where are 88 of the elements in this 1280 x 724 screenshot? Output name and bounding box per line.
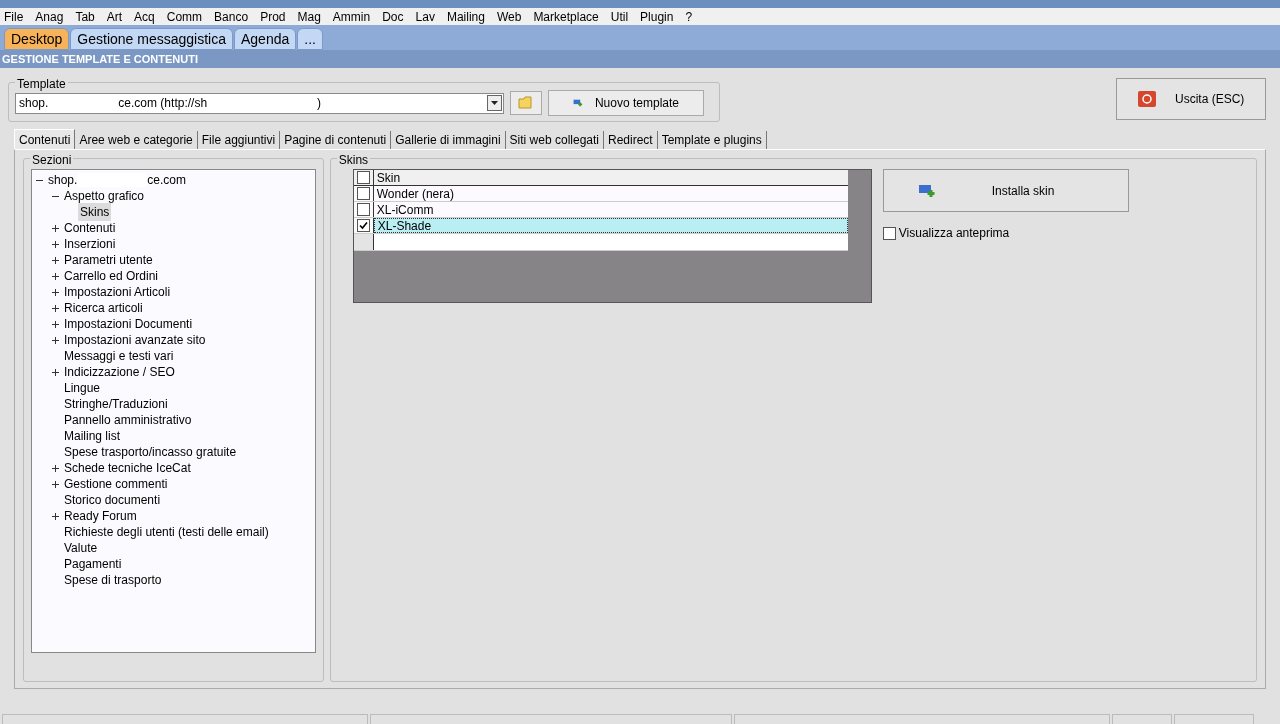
tree-item[interactable]: Indicizzazione / SEO: [62, 363, 177, 381]
menu-item[interactable]: Comm: [166, 7, 203, 26]
tree-item[interactable]: Mailing list: [62, 427, 122, 445]
tree-item[interactable]: Valute: [62, 539, 100, 557]
exit-button[interactable]: Uscita (ESC): [1116, 78, 1266, 120]
tab[interactable]: Template e plugins: [657, 131, 767, 149]
tree-item[interactable]: Impostazioni Documenti: [62, 315, 195, 333]
menu-item[interactable]: Tab: [75, 7, 95, 26]
expand-icon[interactable]: [51, 320, 59, 328]
tree-item[interactable]: Ricerca articoli: [62, 299, 145, 317]
expand-icon[interactable]: [51, 480, 59, 488]
column-header[interactable]: Skin: [373, 170, 404, 185]
grid-row[interactable]: XL-Shade: [373, 218, 848, 233]
tab[interactable]: Aree web e categorie: [75, 131, 198, 149]
template-dropdown[interactable]: shop. ce.com (http://sh ): [15, 92, 504, 114]
checkbox[interactable]: [356, 203, 370, 216]
tree-item[interactable]: Stringhe/Traduzioni: [62, 395, 170, 413]
expand-icon[interactable]: [51, 464, 59, 472]
expand-icon[interactable]: [51, 336, 59, 344]
menu-item[interactable]: ?: [685, 7, 693, 26]
tree-item[interactable]: Aspetto grafico: [62, 187, 147, 205]
tree-item[interactable]: Storico documenti: [62, 491, 163, 509]
tree-item[interactable]: Lingue: [62, 379, 103, 397]
menu-item[interactable]: Ammin: [332, 7, 371, 26]
tab[interactable]: Gestione messaggistica: [70, 28, 233, 50]
expand-icon[interactable]: [51, 288, 59, 296]
tree-item[interactable]: Carrello ed Ordini: [62, 267, 161, 285]
expand-icon[interactable]: [51, 240, 59, 248]
menu-item[interactable]: Acq: [134, 7, 155, 26]
checkbox[interactable]: [356, 219, 370, 232]
tree-item[interactable]: Impostazioni avanzate sito: [62, 331, 208, 349]
tree-item[interactable]: Impostazioni Articoli: [62, 283, 173, 301]
menu-item[interactable]: Anag: [35, 7, 64, 26]
menu-item[interactable]: Art: [106, 7, 123, 26]
tree-item[interactable]: Richieste degli utenti (testi delle email): [62, 523, 271, 541]
checkbox[interactable]: [356, 187, 370, 200]
menu-item[interactable]: File: [4, 7, 24, 26]
menu-item[interactable]: Lav: [415, 7, 435, 26]
tree-item[interactable]: Contenuti: [62, 219, 118, 237]
menu-item[interactable]: Mag: [297, 7, 321, 26]
folder-icon: [518, 96, 534, 110]
tab[interactable]: Siti web collegati: [505, 131, 604, 149]
tab[interactable]: ...: [297, 28, 323, 50]
tab[interactable]: Contenuti: [14, 129, 76, 149]
checkbox-label[interactable]: Visualizza anteprima: [898, 224, 1010, 242]
tab[interactable]: Agenda: [234, 28, 297, 50]
menu-item[interactable]: Doc: [382, 7, 404, 26]
menu-item[interactable]: Web: [496, 7, 522, 26]
tree-item[interactable]: Schede tecniche IceCat: [62, 459, 193, 477]
tree-item[interactable]: Spese trasporto/incasso gratuite: [62, 443, 239, 461]
tree-item[interactable]: Spese di trasporto: [62, 571, 164, 589]
expand-icon[interactable]: [51, 224, 59, 232]
grid-row[interactable]: Wonder (nera): [373, 186, 848, 201]
tree-item[interactable]: shop. ce.com: [46, 171, 189, 189]
tree-item[interactable]: Ready Forum: [62, 507, 139, 525]
expand-icon[interactable]: [51, 272, 59, 280]
power-icon: [1137, 90, 1157, 108]
tab[interactable]: File aggiuntivi: [197, 131, 281, 149]
expand-icon[interactable]: [51, 304, 59, 312]
tree-item[interactable]: Skins: [78, 203, 112, 221]
menu-item[interactable]: Marketplace: [533, 7, 599, 26]
tab[interactable]: Gallerie di immagini: [391, 131, 506, 149]
expand-icon[interactable]: [51, 256, 59, 264]
menu-item[interactable]: Plugin: [640, 7, 674, 26]
checkbox[interactable]: [356, 171, 370, 184]
tree-item[interactable]: Inserzioni: [62, 235, 118, 253]
tab[interactable]: Redirect: [604, 131, 658, 149]
new-template-button[interactable]: Nuovo template: [548, 90, 704, 116]
grid-row[interactable]: XL-iComm: [373, 202, 848, 217]
menu-item[interactable]: Banco: [214, 7, 249, 26]
section-title: GESTIONE TEMPLATE E CONTENUTI: [0, 50, 1280, 68]
tree-item[interactable]: Gestione commenti: [62, 475, 170, 493]
tree-item[interactable]: Pannello amministrativo: [62, 411, 194, 429]
expand-icon[interactable]: [51, 512, 59, 520]
tab[interactable]: Desktop: [4, 28, 70, 50]
checkbox[interactable]: [882, 226, 896, 240]
expand-icon[interactable]: [51, 368, 59, 376]
dropdown-icon[interactable]: [487, 95, 502, 111]
menu-item[interactable]: Mailing: [446, 7, 485, 26]
add-screen-icon: [917, 183, 936, 198]
tree-item[interactable]: Parametri utente: [62, 251, 155, 269]
tree-item[interactable]: Pagamenti: [62, 555, 124, 573]
menu-item[interactable]: Prod: [260, 7, 286, 26]
install-skin-button[interactable]: Installa skin: [882, 169, 1129, 212]
status-bar-panel: [1112, 714, 1172, 724]
tab[interactable]: Pagine di contenuti: [280, 131, 392, 149]
tree-item[interactable]: Messaggi e testi vari: [62, 347, 176, 365]
menu-item[interactable]: Util: [610, 7, 629, 26]
